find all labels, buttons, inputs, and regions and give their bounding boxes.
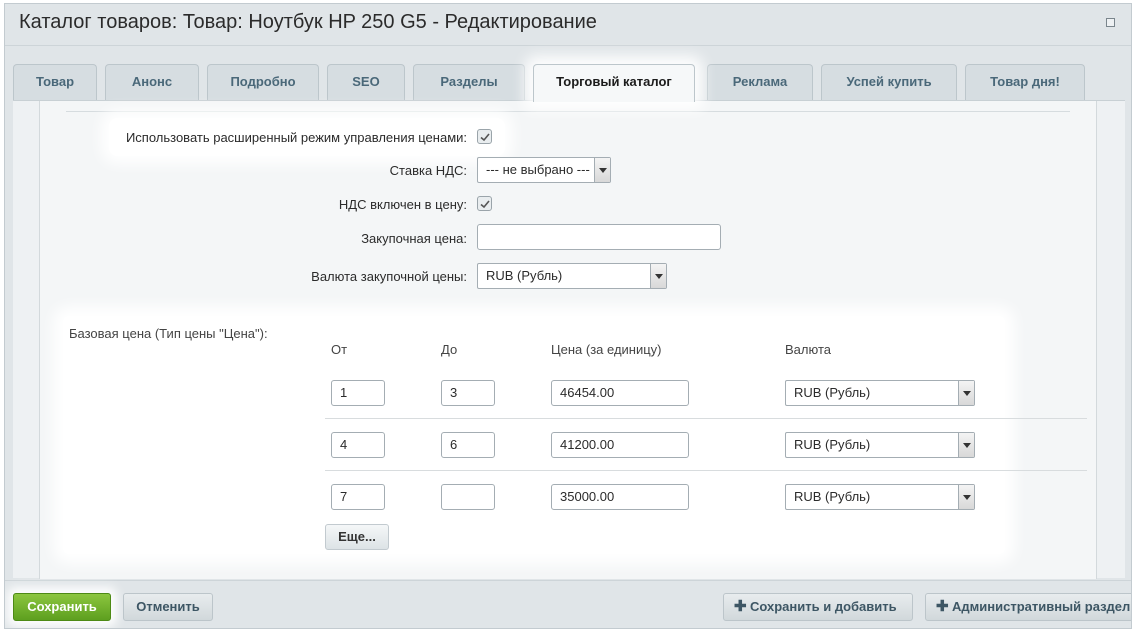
tab-advertising[interactable]: Реклама [707, 64, 813, 100]
purchase-currency-select[interactable]: RUB (Рубль) [477, 263, 667, 289]
purchase-currency-value: RUB (Рубль) [486, 268, 563, 283]
title-bar: Каталог товаров: Товар: Ноутбук HP 250 G… [5, 4, 1131, 46]
tab-preview[interactable]: Анонс [105, 64, 199, 100]
edit-window: Каталог товаров: Товар: Ноутбук HP 250 G… [4, 3, 1132, 629]
maximize-icon[interactable] [1106, 18, 1115, 27]
checkmark-icon [480, 133, 490, 142]
checkmark-icon [480, 200, 490, 209]
price-to-input[interactable]: 3 [441, 380, 495, 406]
save-and-add-label: Сохранить и добавить [750, 599, 897, 614]
chevron-down-icon [594, 158, 610, 182]
price-currency-value: RUB (Рубль) [794, 437, 871, 452]
tab-details[interactable]: Подробно [207, 64, 319, 100]
tab-product[interactable]: Товар [13, 64, 97, 100]
price-from-input[interactable]: 7 [331, 484, 385, 510]
price-from-input[interactable]: 1 [331, 380, 385, 406]
header-price: Цена (за единицу) [551, 342, 662, 357]
price-to-input[interactable] [441, 484, 495, 510]
admin-section-button[interactable]: ✚ Административный раздел [925, 593, 1131, 621]
extended-mode-label: Использовать расширенный режим управлени… [125, 130, 467, 145]
tab-hurry-buy[interactable]: Успей купить [821, 64, 957, 100]
purchase-price-input[interactable] [477, 224, 721, 250]
tab-trade-catalog[interactable]: Торговый каталог [533, 64, 695, 102]
divider [66, 111, 1070, 112]
vat-rate-label: Ставка НДС: [389, 163, 467, 178]
plus-icon: ✚ [734, 598, 747, 615]
price-currency-value: RUB (Рубль) [794, 385, 871, 400]
header-from: От [331, 342, 348, 357]
chevron-down-icon [958, 381, 974, 405]
row-divider [325, 470, 1087, 471]
tab-bar: Товар Анонс Подробно SEO Разделы Торговы… [13, 64, 1123, 102]
price-value-input[interactable]: 46454.00 [551, 380, 689, 406]
header-currency: Валюта [785, 342, 831, 357]
tab-sections[interactable]: Разделы [413, 64, 525, 100]
tab-product-of-day[interactable]: Товар дня! [965, 64, 1085, 100]
price-ranges-box: Базовая цена (Тип цены "Цена"): От До Це… [63, 316, 1087, 554]
price-value-input[interactable]: 35000.00 [551, 484, 689, 510]
row-divider [325, 418, 1087, 419]
vat-rate-value: --- не выбрано --- [486, 162, 590, 177]
vat-included-checkbox[interactable] [477, 196, 492, 211]
price-to-input[interactable]: 6 [441, 432, 495, 458]
purchase-currency-label: Валюта закупочной цены: [311, 269, 467, 284]
price-currency-select[interactable]: RUB (Рубль) [785, 380, 975, 406]
vat-rate-select[interactable]: --- не выбрано --- [477, 157, 611, 183]
tab-seo[interactable]: SEO [327, 64, 405, 100]
price-from-input[interactable]: 4 [331, 432, 385, 458]
admin-section-label: Административный раздел [952, 599, 1131, 614]
extended-mode-checkbox[interactable] [477, 129, 492, 144]
plus-icon: ✚ [936, 598, 949, 615]
price-currency-select[interactable]: RUB (Рубль) [785, 484, 975, 510]
save-and-add-button[interactable]: ✚ Сохранить и добавить [723, 593, 913, 621]
chevron-down-icon [958, 433, 974, 457]
price-value-input[interactable]: 41200.00 [551, 432, 689, 458]
chevron-down-icon [958, 485, 974, 509]
cancel-button[interactable]: Отменить [123, 593, 213, 621]
header-to: До [441, 342, 458, 357]
base-price-label: Базовая цена (Тип цены "Цена"): [69, 326, 268, 341]
more-rows-button[interactable]: Еще... [325, 524, 389, 550]
chevron-down-icon [650, 264, 666, 288]
price-currency-select[interactable]: RUB (Рубль) [785, 432, 975, 458]
vat-included-label: НДС включен в цену: [338, 197, 467, 212]
price-currency-value: RUB (Рубль) [794, 489, 871, 504]
footer-bar: Сохранить Отменить ✚ Сохранить и добавит… [5, 580, 1131, 628]
page-title: Каталог товаров: Товар: Ноутбук HP 250 G… [19, 11, 597, 33]
save-button[interactable]: Сохранить [13, 593, 111, 621]
purchase-price-label: Закупочная цена: [361, 231, 467, 246]
